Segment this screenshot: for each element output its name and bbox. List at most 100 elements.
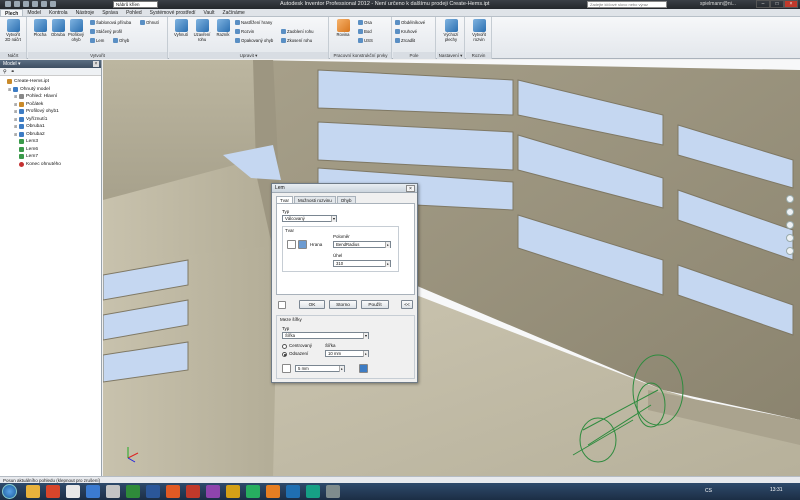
tree-item[interactable]: ⊞ Ohnutý model	[2, 86, 101, 94]
tab-model[interactable]: Model	[23, 9, 45, 16]
start-button[interactable]	[2, 484, 17, 499]
plane-button[interactable]: Rovina	[333, 19, 353, 38]
taskbar-app-icon[interactable]	[246, 485, 260, 498]
contour-roll-button[interactable]: Profilový ohyb	[66, 19, 86, 42]
save-icon[interactable]	[32, 1, 38, 7]
tab-pohled[interactable]: Pohled	[122, 9, 146, 16]
axis-button[interactable]: Osa	[358, 20, 372, 25]
tab-ohyb[interactable]: Ohyb	[336, 196, 356, 203]
clock[interactable]: 13:31	[770, 487, 783, 493]
hem-button[interactable]: Lem	[90, 38, 104, 43]
tree-item[interactable]: ⊞ Profilový ohyb1	[2, 108, 101, 116]
new-icon[interactable]	[14, 1, 20, 7]
tab-plech[interactable]: Plech	[0, 9, 24, 17]
language-indicator[interactable]: CS	[705, 488, 712, 494]
mirror-button[interactable]: Zrcadlit	[395, 38, 415, 43]
taskbar-ie-icon[interactable]	[86, 485, 100, 498]
taskbar-app-icon[interactable]	[66, 485, 80, 498]
graphics-window[interactable]	[103, 60, 800, 490]
tree-item[interactable]: Create-Hems.ipt	[2, 78, 101, 86]
help-icon[interactable]	[278, 301, 286, 309]
tab-tvar[interactable]: Tvar	[276, 196, 293, 203]
create-flat-pattern-button[interactable]: Vytvořit rozvin	[469, 19, 489, 42]
taskbar-app-icon[interactable]	[326, 485, 340, 498]
tree-item[interactable]: ⊞ Pohled: Hlavní	[2, 93, 101, 101]
tree-item[interactable]: Lem3	[2, 138, 101, 146]
sheet-metal-defaults-button[interactable]: Výchozí plechy	[441, 19, 461, 42]
create-2d-sketch-button[interactable]: Vytvořit 2D náčrt	[3, 19, 23, 42]
taskbar-firefox-icon[interactable]	[166, 485, 180, 498]
lofted-flange-button[interactable]: Šablonová příruba	[90, 20, 131, 25]
undo-icon[interactable]	[41, 1, 47, 7]
tab-nastroje[interactable]: Nástroje	[72, 9, 99, 16]
radius-field[interactable]: BendRadius ▸	[333, 241, 391, 248]
browser-header[interactable]: Model ▾ ×	[0, 60, 101, 68]
taskbar-app-icon[interactable]	[306, 485, 320, 498]
binoculars-icon[interactable]: ⚭	[11, 68, 15, 75]
punch-button[interactable]: Razník	[213, 19, 233, 38]
ok-button[interactable]: OK	[299, 300, 325, 309]
tree-item[interactable]: ⊞ Obruba2	[2, 131, 101, 139]
steering-wheel-icon[interactable]	[786, 195, 794, 203]
rip-button[interactable]: Nastřižení hrany	[235, 20, 272, 25]
pan-icon[interactable]	[786, 208, 794, 216]
taskbar-app-icon[interactable]	[206, 485, 220, 498]
tree-item[interactable]: ⊞ Obruba1	[2, 123, 101, 131]
tab-kontrola[interactable]: Kontrola	[45, 9, 72, 16]
taskbar-media-icon[interactable]	[46, 485, 60, 498]
material-combo[interactable]: Nábrů kříen	[113, 1, 158, 8]
fold-button[interactable]: Ohnutí	[140, 20, 159, 25]
minimize-button[interactable]: –	[756, 0, 770, 8]
maximize-button[interactable]: □	[770, 0, 784, 8]
redo-icon[interactable]	[50, 1, 56, 7]
taskbar-chrome-icon[interactable]	[126, 485, 140, 498]
corner-seam-button[interactable]: Uzavření rohu	[192, 19, 212, 42]
cancel-button[interactable]: Storno	[329, 300, 357, 309]
tree-item[interactable]: ⊞ Vyříznutí1	[2, 116, 101, 124]
unfold-button[interactable]: Rozvin	[235, 29, 254, 34]
taskbar-inventor-icon[interactable]	[286, 485, 300, 498]
tree-item[interactable]: Lem6	[2, 146, 101, 154]
look-at-icon[interactable]	[786, 247, 794, 255]
extents-type-select[interactable]: Šířka ▼	[282, 332, 369, 339]
flip-offset-icon[interactable]	[359, 364, 368, 373]
width-field[interactable]: 10 mm ▸	[325, 350, 369, 357]
face-button[interactable]: Plocha	[30, 19, 50, 38]
offset-radio[interactable]	[282, 352, 287, 357]
type-select[interactable]: Válcovaný ▼	[282, 215, 337, 222]
flip-direction-icon[interactable]	[298, 240, 307, 249]
collapse-button[interactable]: <<	[401, 300, 413, 309]
taskbar-acrobat-icon[interactable]	[186, 485, 200, 498]
taskbar-explorer-icon[interactable]	[26, 485, 40, 498]
open-icon[interactable]	[23, 1, 29, 7]
apply-button[interactable]: Použít	[361, 300, 389, 309]
centered-radio[interactable]	[282, 344, 287, 349]
tree-item[interactable]: Lem7	[2, 153, 101, 161]
tree-item[interactable]: ⊞ Počátek	[2, 101, 101, 109]
offset-field[interactable]: 5 mm ▸	[295, 365, 345, 372]
app-menu-icon[interactable]	[5, 1, 11, 7]
close-button[interactable]: ×	[784, 0, 798, 8]
corner-chamfer-button[interactable]: Zkosení rohu	[281, 38, 312, 43]
ucs-button[interactable]: USS	[358, 38, 373, 43]
tab-zaciname[interactable]: Začínáme	[219, 9, 249, 16]
refold-button[interactable]: Opakovaný ohyb	[235, 38, 273, 43]
filter-icon[interactable]: ⚲	[3, 68, 7, 75]
dialog-close-button[interactable]: ×	[406, 185, 415, 192]
tab-vault[interactable]: Vault	[200, 9, 219, 16]
angle-field[interactable]: 310 ▸	[333, 260, 391, 267]
close-panel-icon[interactable]: ×	[93, 61, 99, 67]
dialog-title-bar[interactable]: Lem ×	[272, 184, 417, 193]
user-name[interactable]: spielmann@ni...	[700, 1, 736, 7]
rolled-profile-button[interactable]: Stáčený profil	[90, 29, 122, 34]
tree-item[interactable]: Konec ohnutého	[2, 161, 101, 169]
taskbar-app-icon[interactable]	[106, 485, 120, 498]
point-button[interactable]: Bod	[358, 29, 372, 34]
help-search-input[interactable]: Zadejte klíčové slovo nebo výraz	[587, 1, 667, 8]
bend-button[interactable]: Ohyb	[113, 38, 129, 43]
tab-systemove-prostredi[interactable]: Systémové prostředí	[146, 9, 200, 16]
rectangular-pattern-button[interactable]: Obdélníkové	[395, 20, 425, 25]
circular-pattern-button[interactable]: Kruhové	[395, 29, 417, 34]
zoom-icon[interactable]	[786, 221, 794, 229]
taskbar-app-icon[interactable]	[226, 485, 240, 498]
